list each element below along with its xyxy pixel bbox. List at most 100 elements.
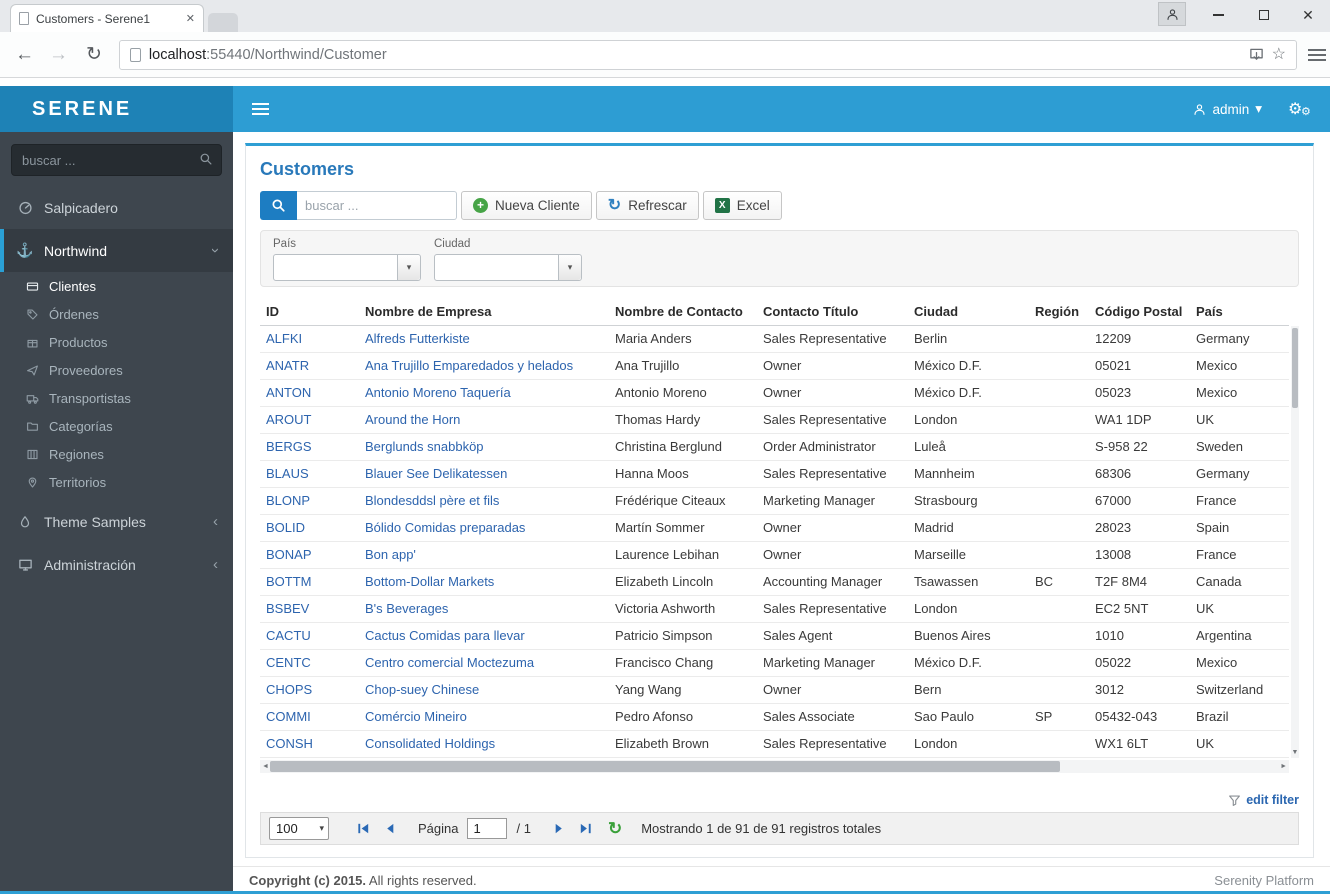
sidebar-item-ordenes[interactable]: Órdenes bbox=[0, 300, 233, 328]
table-row[interactable]: BERGS Berglunds snabbköp Christina Bergl… bbox=[260, 434, 1289, 461]
table-row[interactable]: BOLID Bólido Comidas preparadas Martín S… bbox=[260, 515, 1289, 542]
table-row[interactable]: BSBEV B's Beverages Victoria Ashworth Sa… bbox=[260, 596, 1289, 623]
cell-id[interactable]: BLONP bbox=[260, 488, 359, 514]
back-icon[interactable]: ← bbox=[15, 45, 34, 64]
vertical-scrollbar[interactable]: ▼ bbox=[1291, 326, 1299, 758]
column-header-region[interactable]: Región bbox=[1029, 299, 1089, 325]
sidebar-item-dashboard[interactable]: Salpicadero bbox=[0, 186, 233, 229]
page-number-input[interactable] bbox=[467, 818, 508, 839]
cell-id[interactable]: CENTC bbox=[260, 650, 359, 676]
app-logo[interactable]: SERENE bbox=[0, 86, 233, 132]
sidebar-item-northwind[interactable]: ⚓ Northwind › bbox=[0, 229, 233, 272]
country-filter-select[interactable]: ▾ bbox=[273, 254, 421, 281]
cell-id[interactable]: BONAP bbox=[260, 542, 359, 568]
cell-id[interactable]: COMMI bbox=[260, 704, 359, 730]
window-close-button[interactable]: ✕ bbox=[1286, 0, 1330, 30]
tab-close-icon[interactable]: ✕ bbox=[186, 12, 195, 25]
sidebar-item-productos[interactable]: Productos bbox=[0, 328, 233, 356]
column-header-city[interactable]: Ciudad bbox=[908, 299, 1029, 325]
cell-id[interactable]: AROUT bbox=[260, 407, 359, 433]
cell-id[interactable]: BSBEV bbox=[260, 596, 359, 622]
bookmark-star-icon[interactable]: ☆ bbox=[1272, 46, 1286, 63]
cell-id[interactable]: ANATR bbox=[260, 353, 359, 379]
country-dropdown-icon[interactable]: ▾ bbox=[397, 255, 420, 280]
refresh-button[interactable]: ↻ Refrescar bbox=[595, 191, 699, 220]
forward-icon[interactable]: → bbox=[49, 45, 68, 64]
cell-id[interactable]: CACTU bbox=[260, 623, 359, 649]
table-row[interactable]: CONSH Consolidated Holdings Elizabeth Br… bbox=[260, 731, 1289, 758]
table-row[interactable]: CHOPS Chop-suey Chinese Yang Wang Owner … bbox=[260, 677, 1289, 704]
cell-company[interactable]: Comércio Mineiro bbox=[359, 704, 609, 730]
cell-company[interactable]: Berglunds snabbköp bbox=[359, 434, 609, 460]
sidebar-item-territorios[interactable]: Territorios bbox=[0, 468, 233, 496]
reload-icon[interactable]: ↻ bbox=[86, 45, 102, 64]
next-page-button[interactable] bbox=[550, 820, 568, 838]
first-page-button[interactable] bbox=[354, 820, 372, 838]
table-row[interactable]: ANTON Antonio Moreno Taquería Antonio Mo… bbox=[260, 380, 1289, 407]
table-row[interactable]: BLAUS Blauer See Delikatessen Hanna Moos… bbox=[260, 461, 1289, 488]
user-menu[interactable]: admin ▾ bbox=[1193, 101, 1262, 117]
browser-profile-button[interactable] bbox=[1158, 2, 1186, 26]
add-customer-button[interactable]: + Nueva Cliente bbox=[461, 191, 592, 220]
last-page-button[interactable] bbox=[577, 820, 595, 838]
excel-button[interactable]: X Excel bbox=[702, 191, 782, 220]
settings-gears-icon[interactable]: ⚙ ⚙ bbox=[1288, 99, 1312, 119]
scroll-left-icon[interactable]: ◄ bbox=[262, 760, 269, 773]
sidebar-toggle-icon[interactable] bbox=[252, 100, 269, 118]
table-row[interactable]: BONAP Bon app' Laurence Lebihan Owner Ma… bbox=[260, 542, 1289, 569]
table-row[interactable]: CACTU Cactus Comidas para llevar Patrici… bbox=[260, 623, 1289, 650]
cell-company[interactable]: Bólido Comidas preparadas bbox=[359, 515, 609, 541]
scroll-down-icon[interactable]: ▼ bbox=[1291, 748, 1299, 758]
column-header-contact[interactable]: Nombre de Contacto bbox=[609, 299, 757, 325]
column-header-postal[interactable]: Código Postal bbox=[1089, 299, 1190, 325]
cell-company[interactable]: B's Beverages bbox=[359, 596, 609, 622]
sidebar-search-input[interactable] bbox=[11, 144, 222, 176]
browser-menu-icon[interactable] bbox=[1307, 46, 1326, 64]
address-bar[interactable]: localhost:55440/Northwind/Customer ☆ bbox=[118, 39, 1297, 70]
window-maximize-button[interactable] bbox=[1242, 0, 1286, 30]
sidebar-item-categorias[interactable]: Categorías bbox=[0, 412, 233, 440]
table-row[interactable]: BLONP Blondesddsl père et fils Frédériqu… bbox=[260, 488, 1289, 515]
cell-company[interactable]: Blondesddsl père et fils bbox=[359, 488, 609, 514]
column-header-title[interactable]: Contacto Título bbox=[757, 299, 908, 325]
cell-company[interactable]: Blauer See Delikatessen bbox=[359, 461, 609, 487]
city-dropdown-icon[interactable]: ▾ bbox=[558, 255, 581, 280]
cell-id[interactable]: ALFKI bbox=[260, 326, 359, 352]
cell-company[interactable]: Alfreds Futterkiste bbox=[359, 326, 609, 352]
sidebar-item-proveedores[interactable]: Proveedores bbox=[0, 356, 233, 384]
cell-company[interactable]: Bon app' bbox=[359, 542, 609, 568]
column-header-company[interactable]: Nombre de Empresa bbox=[359, 299, 609, 325]
edit-filter-link[interactable]: edit filter bbox=[1246, 793, 1299, 807]
window-minimize-button[interactable] bbox=[1196, 0, 1240, 30]
grid-search-input[interactable] bbox=[297, 191, 457, 220]
cell-company[interactable]: Cactus Comidas para llevar bbox=[359, 623, 609, 649]
sidebar-item-regiones[interactable]: Regiones bbox=[0, 440, 233, 468]
page-size-select[interactable]: 100 ▾ bbox=[269, 817, 329, 840]
column-header-id[interactable]: ID bbox=[260, 299, 359, 325]
table-row[interactable]: AROUT Around the Horn Thomas Hardy Sales… bbox=[260, 407, 1289, 434]
cell-id[interactable]: BOTTM bbox=[260, 569, 359, 595]
cell-id[interactable]: BLAUS bbox=[260, 461, 359, 487]
sidebar-item-clientes[interactable]: Clientes bbox=[0, 272, 233, 300]
cell-company[interactable]: Antonio Moreno Taquería bbox=[359, 380, 609, 406]
table-row[interactable]: ANATR Ana Trujillo Emparedados y helados… bbox=[260, 353, 1289, 380]
grid-search-button[interactable] bbox=[260, 191, 297, 220]
cell-id[interactable]: BERGS bbox=[260, 434, 359, 460]
browser-tab[interactable]: Customers - Serene1 ✕ bbox=[10, 4, 204, 32]
vertical-scroll-thumb[interactable] bbox=[1292, 328, 1298, 408]
cell-id[interactable]: BOLID bbox=[260, 515, 359, 541]
cell-id[interactable]: CONSH bbox=[260, 731, 359, 757]
horizontal-scroll-thumb[interactable] bbox=[270, 761, 1060, 772]
save-page-icon[interactable] bbox=[1249, 47, 1264, 62]
sidebar-item-theme-samples[interactable]: Theme Samples ‹ bbox=[0, 500, 233, 543]
cell-company[interactable]: Ana Trujillo Emparedados y helados bbox=[359, 353, 609, 379]
cell-id[interactable]: CHOPS bbox=[260, 677, 359, 703]
sidebar-item-transportistas[interactable]: Transportistas bbox=[0, 384, 233, 412]
cell-company[interactable]: Bottom-Dollar Markets bbox=[359, 569, 609, 595]
scroll-right-icon[interactable]: ► bbox=[1280, 760, 1287, 773]
city-filter-select[interactable]: ▾ bbox=[434, 254, 582, 281]
new-tab-button[interactable] bbox=[208, 13, 238, 32]
prev-page-button[interactable] bbox=[381, 820, 399, 838]
table-row[interactable]: ALFKI Alfreds Futterkiste Maria Anders S… bbox=[260, 326, 1289, 353]
column-header-country[interactable]: País bbox=[1190, 299, 1289, 325]
